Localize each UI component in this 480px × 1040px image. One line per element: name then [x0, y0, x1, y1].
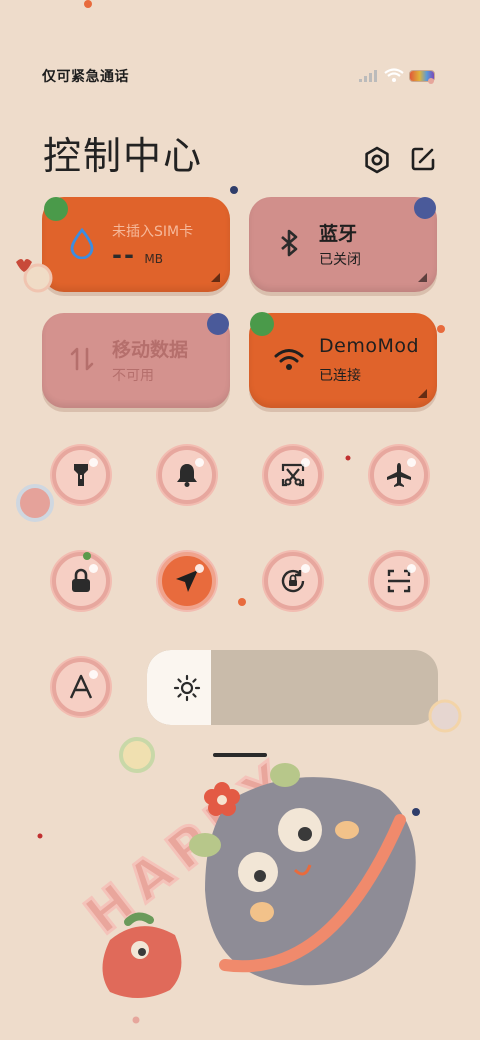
- confetti-dot: [230, 186, 238, 194]
- sticker-frog: [44, 197, 68, 221]
- confetti-dot: [84, 0, 92, 8]
- sticker-monster: [207, 313, 229, 335]
- confetti-dot: [412, 808, 420, 816]
- sticker-monster: [414, 197, 436, 219]
- sticker-face: [16, 484, 54, 522]
- sticker-face: [23, 263, 53, 293]
- confetti-dot: [238, 598, 246, 606]
- confetti-dot: [437, 325, 445, 333]
- sticker-frog: [250, 312, 274, 336]
- sticker-face: [119, 737, 155, 773]
- confetti-dot: [428, 78, 434, 84]
- confetti-dot: [37, 833, 43, 839]
- confetti-dot: [132, 1016, 140, 1024]
- confetti-dot: [345, 455, 351, 461]
- wallpaper-decoration: HAPPY: [16, 0, 462, 1024]
- confetti-dot: [83, 552, 91, 560]
- sticker-face: [428, 699, 462, 733]
